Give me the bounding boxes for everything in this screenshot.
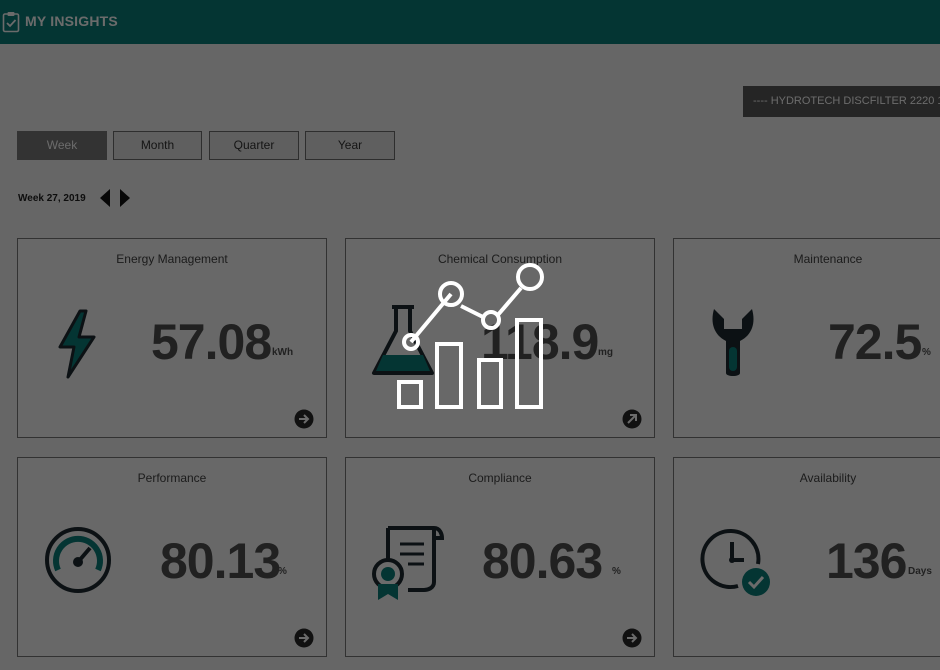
card-title: Maintenance	[793, 252, 863, 266]
card-unit: %	[278, 566, 287, 577]
tab-quarter[interactable]: Quarter	[209, 131, 299, 160]
top-bar: MY INSIGHTS	[0, 0, 940, 44]
card-value: 80.13	[160, 533, 281, 589]
arrow-up-right-circle-icon[interactable]	[622, 409, 642, 429]
triangle-right-icon[interactable]	[118, 188, 132, 208]
triangle-left-icon[interactable]	[98, 188, 112, 208]
clipboard-check-icon	[2, 12, 20, 33]
card-availability[interactable]: Availability 136 Days	[673, 457, 940, 657]
card-value: 80.63	[482, 533, 603, 589]
week-label: Week 27, 2019	[18, 193, 86, 204]
arrow-right-circle-icon[interactable]	[294, 409, 314, 429]
card-unit: %	[612, 566, 621, 577]
tab-year[interactable]: Year	[305, 131, 395, 160]
card-compliance[interactable]: Compliance 80.63 %	[345, 457, 655, 657]
wrench-icon	[712, 309, 754, 376]
card-value: 57.08	[151, 314, 272, 370]
arrow-right-circle-icon[interactable]	[294, 628, 314, 648]
lightning-bolt-icon	[58, 309, 96, 379]
tab-week[interactable]: Week	[17, 131, 107, 160]
card-title: Energy Management	[116, 252, 228, 266]
card-maintenance[interactable]: Maintenance 72.5 %	[673, 238, 940, 438]
card-performance[interactable]: Performance 80.13 %	[17, 457, 327, 657]
device-select[interactable]: ---- HYDROTECH DISCFILTER 2220 1F	[743, 86, 940, 117]
card-value: 72.5	[828, 314, 922, 370]
card-energy-management[interactable]: Energy Management 57.08 kWh	[17, 238, 327, 438]
card-title: Availability	[799, 471, 857, 485]
gauge-icon	[45, 527, 111, 593]
clock-check-icon	[700, 529, 770, 596]
page-title: MY INSIGHTS	[25, 13, 118, 29]
arrow-right-circle-icon[interactable]	[622, 628, 642, 648]
card-unit: kWh	[272, 347, 294, 358]
certificate-icon	[372, 526, 445, 600]
card-title: Compliance	[468, 471, 532, 485]
card-unit: Days	[908, 566, 932, 577]
card-value: 136	[826, 533, 907, 589]
card-title: Performance	[137, 471, 207, 485]
card-unit: mg	[598, 347, 613, 358]
card-unit: %	[922, 347, 931, 358]
analytics-chart-icon	[397, 263, 544, 409]
tab-month[interactable]: Month	[113, 131, 202, 160]
